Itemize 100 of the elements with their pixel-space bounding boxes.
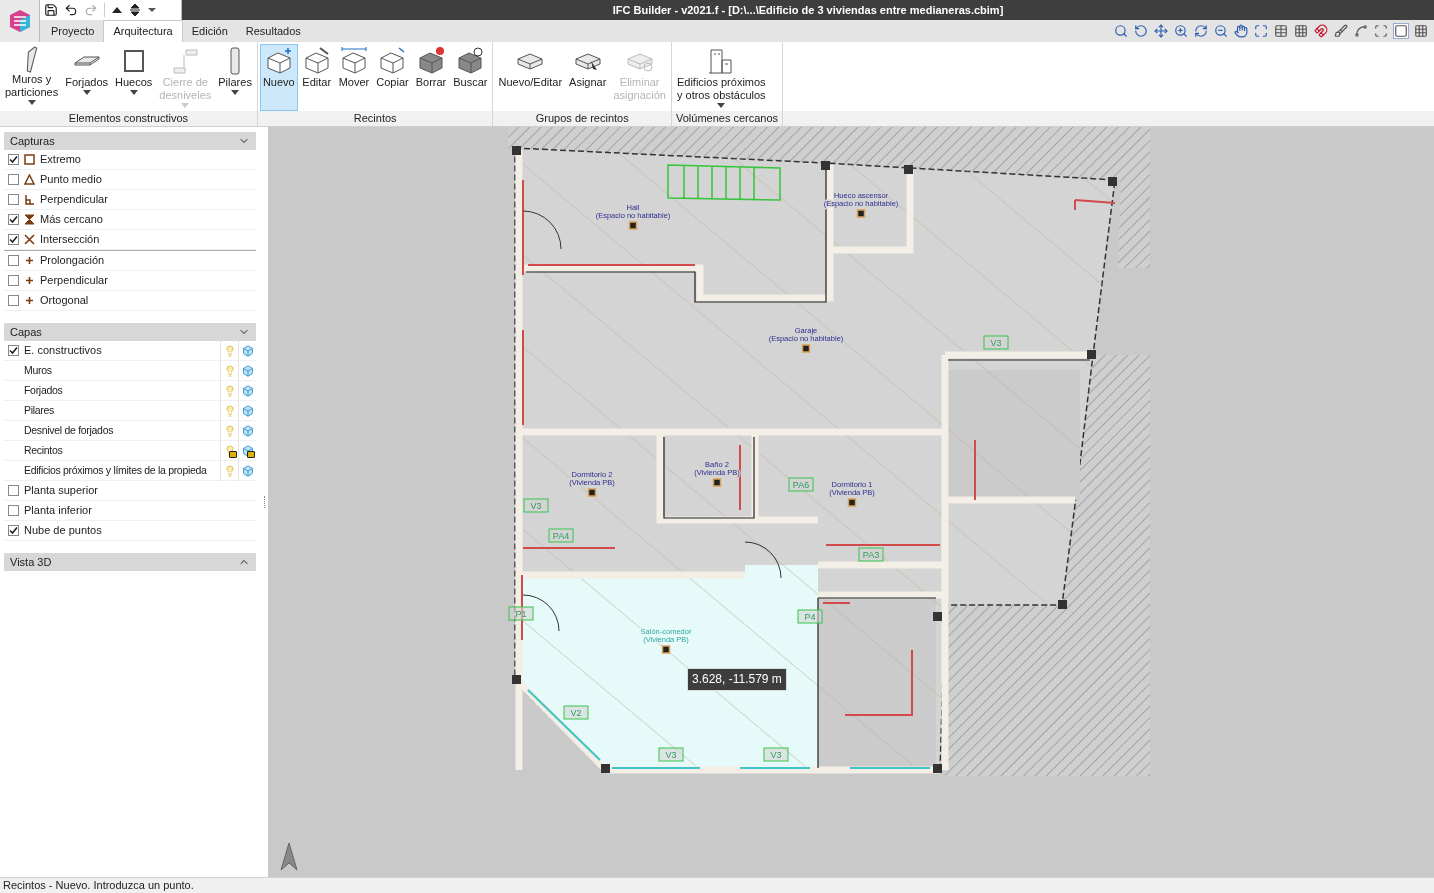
ribbon-tab[interactable]: Proyecto xyxy=(42,20,104,42)
checkbox[interactable] xyxy=(8,234,19,245)
grid-icon[interactable] xyxy=(1414,24,1428,38)
save-icon[interactable] xyxy=(44,3,58,17)
checkbox[interactable] xyxy=(8,174,19,185)
brush-icon[interactable] xyxy=(1334,24,1348,38)
magnet-icon[interactable] xyxy=(1314,24,1328,38)
room-marker[interactable] xyxy=(587,488,597,497)
cube-icon[interactable] xyxy=(241,464,254,477)
column-icon xyxy=(230,47,241,75)
zoom-icon[interactable] xyxy=(1174,24,1188,38)
hand-icon[interactable] xyxy=(1234,24,1248,38)
checkbox[interactable] xyxy=(8,275,19,286)
cube-icon[interactable] xyxy=(241,404,254,417)
undo-view-icon[interactable] xyxy=(1134,24,1148,38)
checkbox[interactable] xyxy=(8,485,19,496)
curve-icon[interactable] xyxy=(1354,24,1368,38)
ribbon-tab[interactable]: Edición xyxy=(182,20,237,42)
locked-cube-icon[interactable] xyxy=(241,444,254,457)
checkbox[interactable] xyxy=(8,194,19,205)
layer-label: Muros xyxy=(24,362,52,378)
refresh-icon[interactable] xyxy=(1194,24,1208,38)
room-marker[interactable] xyxy=(801,344,811,353)
pillar xyxy=(904,165,913,174)
cube-icon[interactable] xyxy=(241,424,254,437)
checkbox[interactable] xyxy=(8,505,19,516)
window-title: IFC Builder - v2021.f - [D:\...\Edificio de 3 viviendas entre medianeras.cbim] xyxy=(612,2,1004,18)
ribbon-button[interactable]: Copiar xyxy=(373,44,412,111)
layer-label: Planta inferior xyxy=(24,503,92,519)
triangle-snap-icon xyxy=(24,174,35,185)
snap-label: Más cercano xyxy=(40,212,103,228)
room-marker[interactable] xyxy=(661,645,671,654)
caret-icon xyxy=(181,103,190,108)
element-tag: V3 xyxy=(983,335,1009,350)
layer-label: Planta superior xyxy=(24,483,98,499)
cross-snap-icon xyxy=(24,234,35,245)
ribbon-button[interactable]: Huecos xyxy=(112,44,156,111)
dropdown-icon[interactable] xyxy=(147,6,157,14)
caret-icon xyxy=(231,90,240,95)
panel-header[interactable]: Capturas xyxy=(4,132,256,150)
ribbon-button[interactable]: Editar xyxy=(298,44,335,111)
checkbox[interactable] xyxy=(8,525,19,536)
room-marker[interactable] xyxy=(847,498,857,507)
checkbox[interactable] xyxy=(8,214,19,225)
panel-header[interactable]: Capas xyxy=(4,323,256,341)
grid-table-icon[interactable] xyxy=(1294,24,1308,38)
ribbon-group-label: Volúmenes cercanos xyxy=(671,111,783,126)
plus-snap-icon xyxy=(24,295,35,306)
checkbox[interactable] xyxy=(8,295,19,306)
element-tag: PA6 xyxy=(788,477,814,492)
scan-icon[interactable] xyxy=(1374,24,1388,38)
panel-header[interactable]: Vista 3D xyxy=(4,553,256,571)
table-icon[interactable] xyxy=(1274,24,1288,38)
plus-snap-icon xyxy=(24,275,35,286)
expand-levels-icon[interactable] xyxy=(129,3,141,17)
ribbon-button[interactable]: Nuevo/Editar xyxy=(495,44,566,111)
ribbon-tab[interactable]: Resultados xyxy=(236,20,310,42)
room-search-icon xyxy=(455,46,486,76)
locked-bulb-icon[interactable] xyxy=(223,444,236,457)
pillar xyxy=(933,764,942,773)
cube-icon[interactable] xyxy=(241,344,254,357)
step-icon xyxy=(170,46,201,76)
ribbon-button[interactable]: Pilares xyxy=(215,44,255,111)
fit-window-icon[interactable] xyxy=(1254,24,1268,38)
hourglass-snap-icon xyxy=(24,214,35,225)
zoom-out-icon[interactable] xyxy=(1214,24,1228,38)
search-icon[interactable] xyxy=(1114,24,1128,38)
checkbox[interactable] xyxy=(8,255,19,266)
cube-icon[interactable] xyxy=(241,364,254,377)
ribbon-button[interactable]: Buscar xyxy=(450,44,491,111)
ribbon-tab[interactable]: Arquitectura xyxy=(103,20,183,42)
snap-label: Punto medio xyxy=(40,172,102,188)
checkbox[interactable] xyxy=(8,154,19,165)
snap-label: Extremo xyxy=(40,152,81,168)
square-icon[interactable] xyxy=(1394,24,1408,38)
ribbon-button[interactable]: Nuevo xyxy=(259,44,298,111)
plus-snap-icon xyxy=(24,255,35,266)
layer-label: Recintos xyxy=(24,442,63,458)
ribbon-button[interactable]: Edificios próximos y otros obstáculos xyxy=(673,44,769,111)
ribbon-button[interactable]: Asignar xyxy=(566,44,610,111)
room-marker[interactable] xyxy=(712,478,722,487)
ribbon-button[interactable]: Muros y particiones xyxy=(2,44,62,111)
arrow-up-icon[interactable] xyxy=(111,5,123,15)
ribbon-button[interactable]: Mover xyxy=(335,44,373,111)
pillar xyxy=(933,612,942,621)
perpendicular-snap-icon xyxy=(24,194,35,205)
cube-icon[interactable] xyxy=(241,384,254,397)
pillar xyxy=(1058,600,1067,609)
ribbon-group-label: Recintos xyxy=(257,111,493,126)
ribbon-button[interactable]: Forjados xyxy=(62,44,111,111)
caret-icon xyxy=(717,103,726,108)
undo-icon[interactable] xyxy=(64,3,78,17)
checkbox[interactable] xyxy=(8,345,19,356)
layer-label: Nube de puntos xyxy=(24,523,102,539)
north-arrow-icon xyxy=(280,842,298,871)
room-marker[interactable] xyxy=(628,221,638,230)
splitter-handle[interactable] xyxy=(264,496,266,508)
ribbon-button[interactable]: Borrar xyxy=(412,44,450,111)
pillar xyxy=(512,146,521,155)
room-marker[interactable] xyxy=(856,209,866,218)
